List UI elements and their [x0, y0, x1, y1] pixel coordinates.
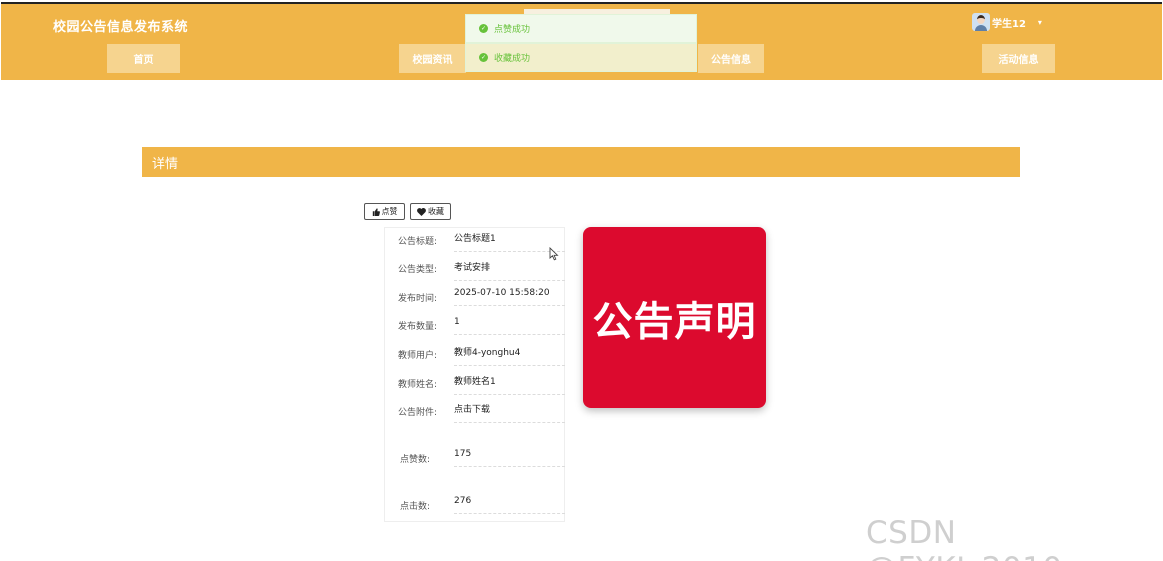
field-label: 公告类型:: [398, 265, 438, 275]
field-label: 发布数量:: [398, 322, 438, 332]
user-menu[interactable]: 学生12 ▾: [972, 13, 1042, 31]
nav-notice-info[interactable]: 公告信息: [698, 44, 764, 73]
field-label: 点赞数:: [400, 455, 431, 465]
field-value: 考试安排: [454, 260, 565, 281]
toast-favorite-success: ✓ 收藏成功: [465, 43, 697, 72]
favorite-label: 收藏: [428, 207, 444, 216]
field-label: 公告标题:: [398, 237, 438, 247]
poster-text: 公告声明: [592, 298, 757, 345]
avatar: [972, 13, 990, 31]
check-circle-icon: ✓: [479, 24, 488, 33]
field-value: 2025-07-10 15:58:20: [454, 288, 565, 306]
like-label: 点赞: [381, 207, 398, 216]
field-value: 1: [454, 317, 565, 335]
nav-campus-news[interactable]: 校园资讯: [399, 44, 466, 73]
field-value: 教师4-yonghu4: [454, 345, 565, 366]
section-title: 详情: [152, 156, 179, 172]
like-button[interactable]: 点赞: [364, 203, 405, 220]
mouse-cursor-icon: [549, 247, 559, 261]
toast-like-success: ✓ 点赞成功: [465, 14, 697, 43]
attachment-download-link[interactable]: 点击下载: [454, 402, 565, 423]
field-value: 276: [454, 496, 565, 514]
field-label: 点击数:: [400, 502, 431, 512]
notice-poster-image: 公告声明: [583, 227, 766, 408]
section-title-bar: 详情: [142, 147, 1020, 177]
heart-icon: [417, 207, 426, 216]
field-label: 公告附件:: [398, 408, 438, 418]
check-circle-icon: ✓: [479, 53, 488, 62]
chevron-down-icon: ▾: [1037, 17, 1042, 27]
favorite-button[interactable]: 收藏: [410, 203, 451, 220]
nav-activity-info[interactable]: 活动信息: [982, 44, 1055, 73]
field-label: 教师用户:: [398, 351, 438, 361]
watermark: CSDN @FYKJ_2010: [866, 515, 1062, 561]
field-label: 发布时间:: [398, 294, 438, 304]
site-title: 校园公告信息发布系统: [53, 20, 189, 35]
field-label: 教师姓名:: [398, 380, 438, 390]
field-value: 175: [454, 449, 565, 467]
toast-text: 收藏成功: [494, 54, 531, 64]
detail-panel: 公告标题: 公告标题1 公告类型: 考试安排 发布时间: 2025-07-10 …: [384, 227, 565, 522]
thumbs-up-icon: [372, 207, 380, 216]
nav-home[interactable]: 首页: [107, 44, 180, 73]
field-value: 教师姓名1: [454, 374, 565, 395]
toast-text: 点赞成功: [494, 25, 531, 35]
user-name: 学生12: [992, 18, 1026, 30]
